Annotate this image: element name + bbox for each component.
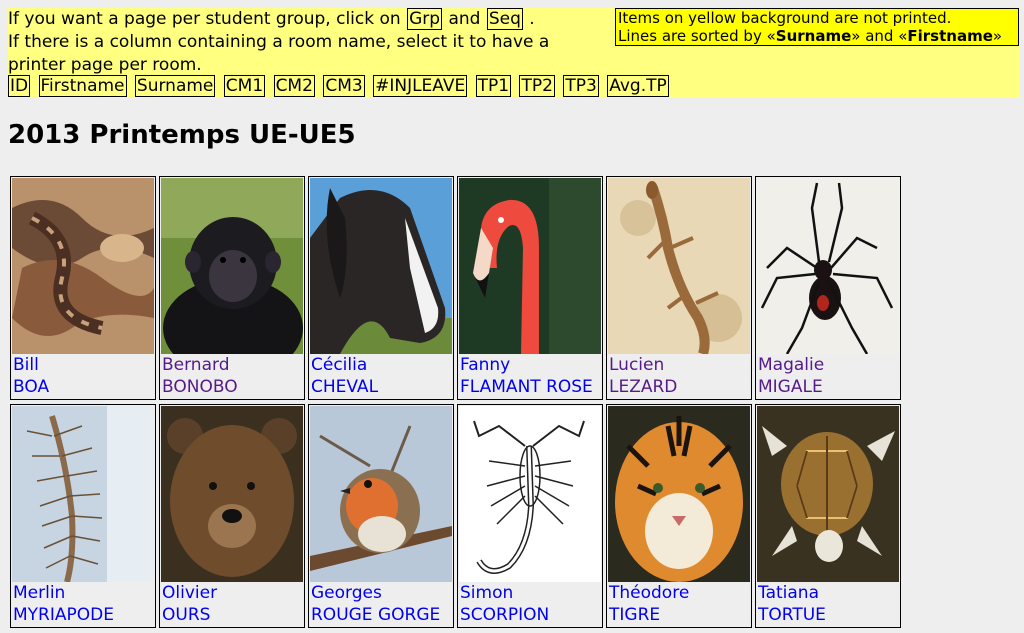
student-surname[interactable]: ROUGE GORGE: [310, 604, 452, 626]
student-card[interactable]: Bill BOA: [10, 176, 156, 400]
student-card[interactable]: Olivier OURS: [159, 404, 305, 628]
column-button-tp2[interactable]: TP2: [519, 75, 555, 97]
column-button-id[interactable]: ID: [8, 75, 31, 97]
flamingo-photo: [459, 178, 601, 354]
column-button-avg-tp[interactable]: Avg.TP: [607, 75, 669, 97]
scorpion-photo: [459, 406, 601, 582]
student-surname[interactable]: BONOBO: [161, 376, 303, 398]
notice-line2: Lines are sorted by «Surname» and «First…: [618, 27, 1016, 45]
column-selector: ID Firstname Surname CM1 CM2 CM3 #INJLEA…: [8, 75, 672, 97]
column-button-firstname[interactable]: Firstname: [38, 75, 127, 97]
column-button-injleave[interactable]: #INJLEAVE: [373, 75, 468, 97]
student-surname[interactable]: MIGALE: [757, 376, 899, 398]
student-firstname[interactable]: Cécilia: [310, 354, 452, 376]
not-printed-notice: Items on yellow background are not print…: [615, 8, 1019, 46]
intro-line1-pre: If you want a page per student group, cl…: [8, 9, 401, 29]
notice-line2-post: »: [992, 27, 1003, 45]
student-surname[interactable]: OURS: [161, 604, 303, 626]
column-button-surname[interactable]: Surname: [134, 75, 216, 97]
robin-photo: [310, 406, 452, 582]
student-firstname[interactable]: Simon: [459, 582, 601, 604]
column-button-tp3[interactable]: TP3: [563, 75, 599, 97]
intro-text: If you want a page per student group, cl…: [8, 8, 598, 77]
column-button-cm3[interactable]: CM3: [323, 75, 365, 97]
student-card[interactable]: Lucien LEZARD: [606, 176, 752, 400]
student-firstname[interactable]: Tatiana: [757, 582, 899, 604]
non-printed-toolbar: If you want a page per student group, cl…: [8, 8, 1020, 98]
spider-photo: [757, 178, 899, 354]
student-card[interactable]: Bernard BONOBO: [159, 176, 305, 400]
notice-sort-key-firstname: Firstname: [907, 27, 993, 45]
notice-line2-pre: Lines are sorted by «: [618, 27, 776, 45]
grp-button[interactable]: Grp: [407, 8, 443, 30]
student-firstname[interactable]: Fanny: [459, 354, 601, 376]
student-firstname[interactable]: Olivier: [161, 582, 303, 604]
notice-line2-mid: » and «: [851, 27, 908, 45]
student-card[interactable]: Magalie MIGALE: [755, 176, 901, 400]
column-button-tp1[interactable]: TP1: [475, 75, 512, 97]
student-surname[interactable]: MYRIAPODE: [12, 604, 154, 626]
student-firstname[interactable]: Magalie: [757, 354, 899, 376]
intro-line2: If there is a column containing a room n…: [8, 32, 550, 75]
student-surname[interactable]: TORTUE: [757, 604, 899, 626]
student-surname[interactable]: FLAMANT ROSE: [459, 376, 601, 398]
student-card[interactable]: Tatiana TORTUE: [755, 404, 901, 628]
notice-sort-key-surname: Surname: [775, 27, 852, 45]
student-card[interactable]: Fanny FLAMANT ROSE: [457, 176, 603, 400]
student-card[interactable]: Théodore TIGRE: [606, 404, 752, 628]
student-card[interactable]: Simon SCORPION: [457, 404, 603, 628]
intro-line1-post: .: [529, 9, 535, 29]
student-surname[interactable]: SCORPION: [459, 604, 601, 626]
turtle-photo: [757, 406, 899, 582]
student-firstname[interactable]: Bill: [12, 354, 154, 376]
bear-photo: [161, 406, 303, 582]
student-surname[interactable]: LEZARD: [608, 376, 750, 398]
student-firstname[interactable]: Merlin: [12, 582, 154, 604]
bonobo-photo: [161, 178, 303, 354]
student-surname[interactable]: TIGRE: [608, 604, 750, 626]
horse-photo: [310, 178, 452, 354]
student-firstname[interactable]: Théodore: [608, 582, 750, 604]
student-card[interactable]: Cécilia CHEVAL: [308, 176, 454, 400]
student-card[interactable]: Georges ROUGE GORGE: [308, 404, 454, 628]
student-trombinoscope: Bill BOA Bernard BONOBO Cécilia CHEVAL F…: [10, 176, 901, 628]
student-firstname[interactable]: Bernard: [161, 354, 303, 376]
and-word: and: [448, 9, 481, 29]
lizard-photo: [608, 178, 750, 354]
student-surname[interactable]: BOA: [12, 376, 154, 398]
student-surname[interactable]: CHEVAL: [310, 376, 452, 398]
notice-line1: Items on yellow background are not print…: [618, 9, 952, 27]
centipede-photo: [12, 406, 154, 582]
seq-button[interactable]: Seq: [486, 8, 523, 30]
tiger-photo: [608, 406, 750, 582]
student-firstname[interactable]: Georges: [310, 582, 452, 604]
column-button-cm2[interactable]: CM2: [273, 75, 315, 97]
page-title: 2013 Printemps UE-UE5: [8, 120, 356, 150]
student-card[interactable]: Merlin MYRIAPODE: [10, 404, 156, 628]
student-firstname[interactable]: Lucien: [608, 354, 750, 376]
column-button-cm1[interactable]: CM1: [223, 75, 266, 97]
boa-photo: [12, 178, 154, 354]
